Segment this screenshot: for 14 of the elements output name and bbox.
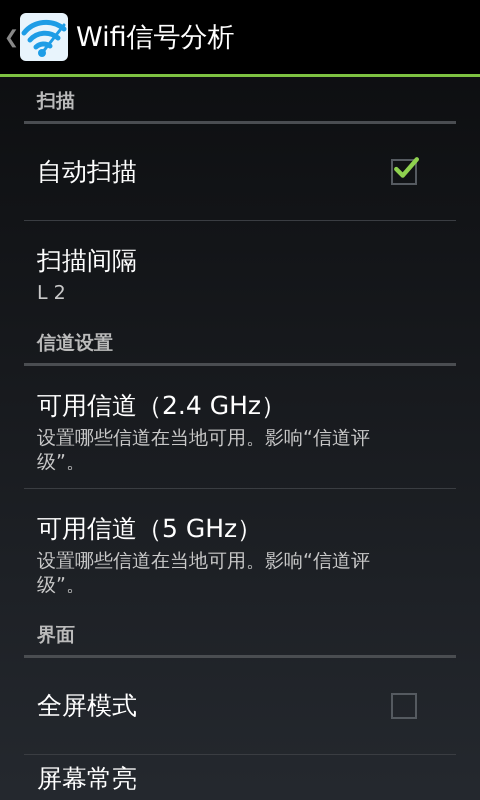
section-header: 界面 — [36, 623, 76, 648]
app-title: Wifi信号分析 — [76, 21, 235, 55]
settings-item[interactable]: 可用信道（2.4 GHz） 设置哪些信道在当地可用。影响“信道评级”。 — [24, 370, 420, 488]
settings-item[interactable]: 屏幕常亮 — [24, 755, 456, 795]
section-header: 信道设置 — [36, 331, 114, 356]
checkbox[interactable] — [391, 159, 417, 185]
checkbox[interactable] — [391, 693, 417, 719]
back-icon[interactable]: ❮ — [4, 26, 18, 48]
wifi-app-icon[interactable] — [20, 13, 68, 61]
settings-item[interactable]: 全屏模式 — [24, 658, 456, 754]
settings-item[interactable]: 扫描间隔 L 2 — [24, 225, 420, 319]
settings-item[interactable]: 自动扫描 — [24, 124, 456, 220]
settings-item[interactable]: 可用信道（5 GHz） 设置哪些信道在当地可用。影响“信道评级”。 — [24, 493, 420, 611]
section-header: 扫描 — [35, 89, 76, 114]
